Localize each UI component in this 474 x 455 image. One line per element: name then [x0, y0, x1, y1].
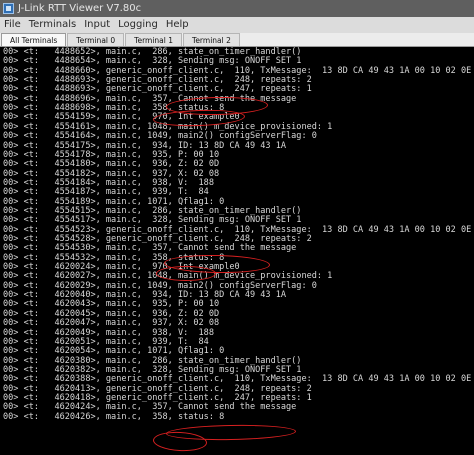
menu-file[interactable]: File [0, 17, 25, 33]
tab-terminal-0[interactable]: Terminal 0 [67, 33, 125, 46]
tab-terminal-2[interactable]: Terminal 2 [183, 33, 240, 46]
tab-terminal-1[interactable]: Terminal 1 [125, 33, 183, 46]
log-line: 00> <t: 4620426>, main.c, 358, status: 8 [3, 411, 225, 422]
terminal-output[interactable]: 00> <t: 4488652>, main.c, 286, state_on_… [0, 47, 474, 455]
menu-terminals[interactable]: Terminals [25, 17, 80, 33]
menu-input[interactable]: Input [80, 17, 114, 33]
window-title: J-Link RTT Viewer V7.80c [18, 3, 142, 14]
title-bar: J-Link RTT Viewer V7.80c [0, 0, 474, 17]
menu-help[interactable]: Help [162, 17, 193, 33]
menu-logging[interactable]: Logging [114, 17, 162, 33]
tab-all-terminals[interactable]: All Terminals [1, 33, 67, 46]
rtt-viewer-window: J-Link RTT Viewer V7.80c File Terminals … [0, 0, 474, 455]
terminal-tab-bar: All Terminals Terminal 0 Terminal 1 Term… [0, 33, 474, 47]
menu-bar: File Terminals Input Logging Help [0, 17, 474, 33]
app-logo-icon [3, 3, 14, 14]
annotation-circle-status-2 [156, 266, 216, 281]
